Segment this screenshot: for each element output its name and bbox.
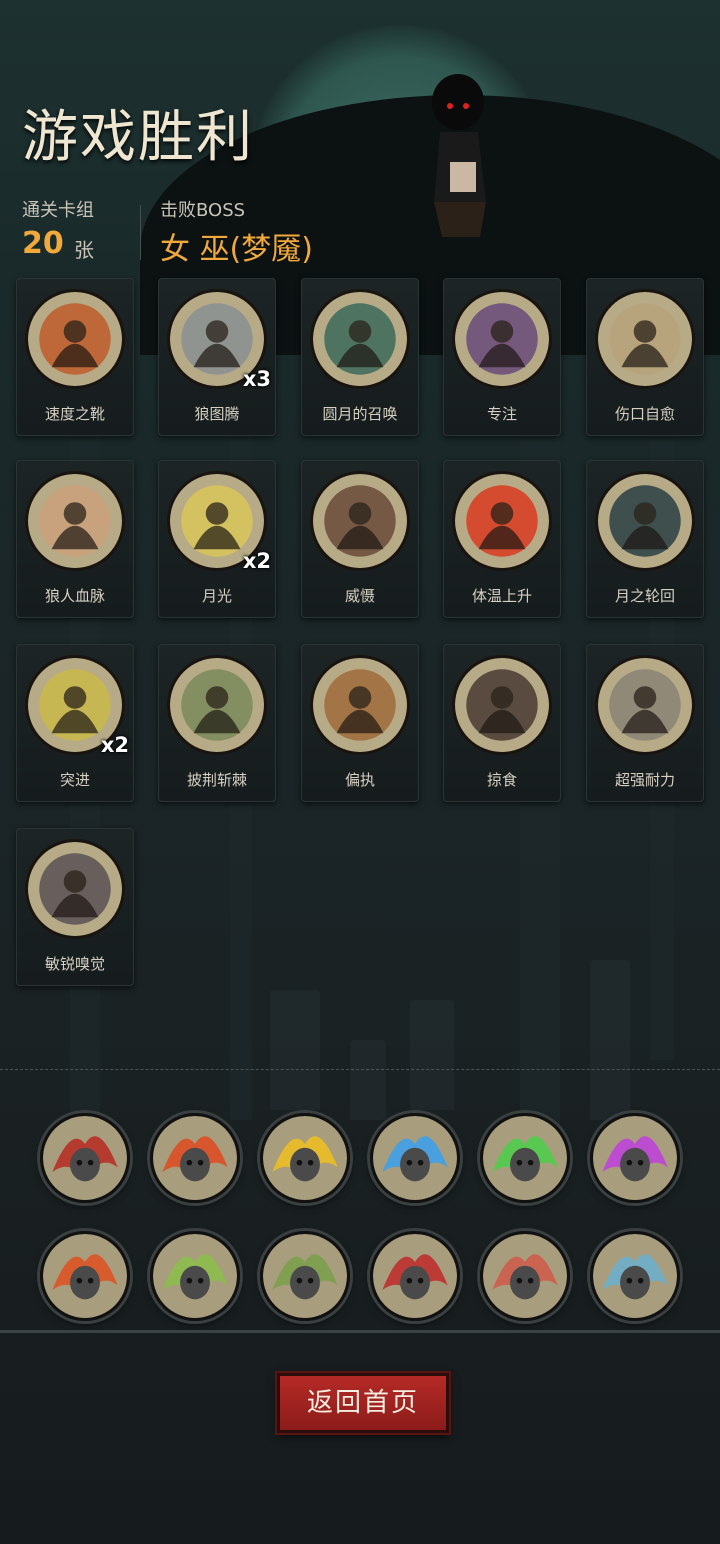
boot-icon xyxy=(25,289,125,389)
card-item[interactable]: 体温上升 xyxy=(443,460,561,618)
card-label: 月光 xyxy=(201,587,232,605)
bottom-separator xyxy=(0,1330,720,1333)
tombstone xyxy=(410,1000,454,1110)
card-item[interactable]: 偏执 xyxy=(301,644,419,802)
card-label: 披荆斩棘 xyxy=(186,771,247,789)
card-item[interactable]: 威慑 xyxy=(301,460,419,618)
card-count-badge: x2 xyxy=(100,733,129,757)
full-moon-forest-icon xyxy=(310,289,410,389)
section-divider xyxy=(0,1069,720,1070)
card-label: 圆月的召唤 xyxy=(322,405,398,423)
wizard-icon xyxy=(452,289,552,389)
runner-icon xyxy=(595,655,695,755)
card-label: 威慑 xyxy=(344,587,375,605)
card-label: 敏锐嗅觉 xyxy=(44,955,105,973)
red-book-icon[interactable] xyxy=(370,1231,460,1321)
card-item[interactable]: 超强耐力 xyxy=(586,644,704,802)
card-label: 超强耐力 xyxy=(614,771,675,789)
card-item[interactable]: 掠食 xyxy=(443,644,561,802)
tombstone xyxy=(590,960,630,1120)
tombstone xyxy=(350,1040,386,1120)
boss-name: 女 巫(梦魇) xyxy=(160,232,313,267)
card-label: 速度之靴 xyxy=(44,405,105,423)
moon-phases-icon xyxy=(595,471,695,571)
card-item[interactable]: x2 月光 xyxy=(158,460,276,618)
werewolf-hand-icon xyxy=(25,471,125,571)
card-label: 掠食 xyxy=(486,771,517,789)
werewolf-relic-icon[interactable] xyxy=(40,1113,130,1203)
card-item[interactable]: x3 狼图腾 xyxy=(158,278,276,436)
page-title: 游戏胜利 xyxy=(22,105,254,170)
skull-purple-flame-icon[interactable] xyxy=(590,1113,680,1203)
bear-icon xyxy=(310,471,410,571)
axe-icon xyxy=(167,655,267,755)
card-item[interactable]: 伤口自愈 xyxy=(586,278,704,436)
boss-label: 击败BOSS xyxy=(160,200,246,221)
card-label: 伤口自愈 xyxy=(614,405,675,423)
stat-divider xyxy=(140,205,141,260)
blood-drops-icon[interactable] xyxy=(480,1231,570,1321)
skull-green-flame-icon[interactable] xyxy=(480,1113,570,1203)
card-item[interactable]: 敏锐嗅觉 xyxy=(16,828,134,986)
card-label: 狼人血脉 xyxy=(44,587,105,605)
snarling-wolf-icon xyxy=(25,839,125,939)
poison-hand-icon[interactable] xyxy=(150,1231,240,1321)
skull-red-flame-icon[interactable] xyxy=(150,1113,240,1203)
card-count-badge: x3 xyxy=(242,367,271,391)
angry-wolf-icon xyxy=(310,655,410,755)
skull-blue-flame-icon[interactable] xyxy=(370,1113,460,1203)
card-item[interactable]: 专注 xyxy=(443,278,561,436)
card-hand-icon[interactable] xyxy=(590,1231,680,1321)
shadow-wolf-icon xyxy=(452,655,552,755)
burning-altar-icon[interactable] xyxy=(40,1231,130,1321)
card-item[interactable]: 月之轮回 xyxy=(586,460,704,618)
card-label: 狼图腾 xyxy=(194,405,240,423)
card-label: 月之轮回 xyxy=(614,587,675,605)
tombstone xyxy=(270,990,320,1110)
deck-label: 通关卡组 xyxy=(22,200,94,221)
healing-boy-icon xyxy=(595,289,695,389)
ghost-ogre-icon[interactable] xyxy=(260,1231,350,1321)
deck-unit: 张 xyxy=(74,238,94,262)
card-item[interactable]: x2 突进 xyxy=(16,644,134,802)
fire-wolf-icon xyxy=(452,471,552,571)
card-item[interactable]: 圆月的召唤 xyxy=(301,278,419,436)
deck-count: 20 xyxy=(22,226,64,261)
card-item[interactable]: 狼人血脉 xyxy=(16,460,134,618)
card-label: 突进 xyxy=(59,771,90,789)
skull-yellow-flame-icon[interactable] xyxy=(260,1113,350,1203)
girl-character xyxy=(432,74,486,237)
card-item[interactable]: 披荆斩棘 xyxy=(158,644,276,802)
card-label: 专注 xyxy=(486,405,517,423)
card-label: 体温上升 xyxy=(471,587,532,605)
card-count-badge: x2 xyxy=(242,549,271,573)
return-home-button[interactable]: 返回首页 xyxy=(277,1373,449,1433)
card-item[interactable]: 速度之靴 xyxy=(16,278,134,436)
card-label: 偏执 xyxy=(344,771,375,789)
